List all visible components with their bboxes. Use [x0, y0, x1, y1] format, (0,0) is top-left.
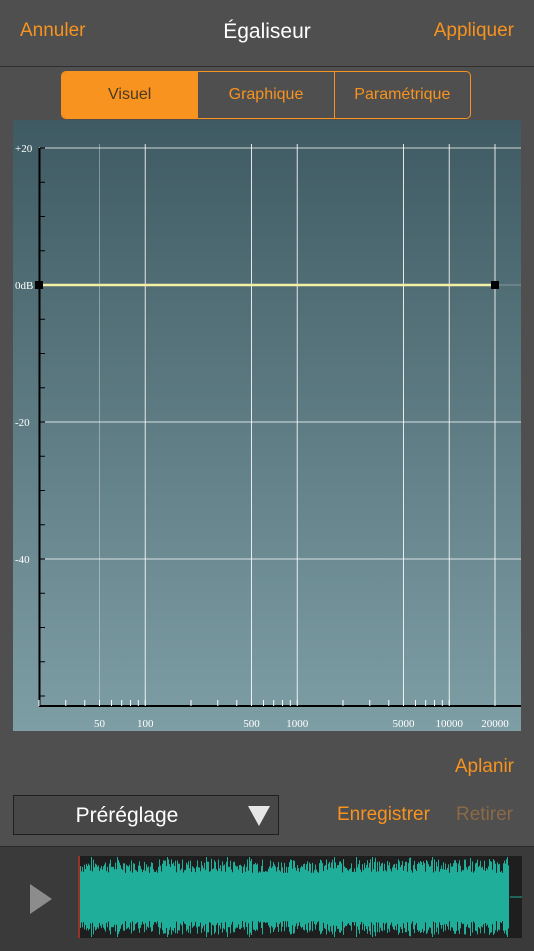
x-axis-label: 1000: [286, 718, 309, 730]
waveform-view[interactable]: [78, 856, 522, 938]
equalizer-graph-canvas[interactable]: +20 0dB -20 -40 50 100 500 1000 5000 10000 20000: [13, 120, 521, 731]
tab-visuel[interactable]: Visuel: [62, 72, 198, 118]
x-axis-label: 5000: [392, 718, 415, 730]
waveform-canvas[interactable]: [78, 856, 522, 938]
waveform-shape: [80, 857, 509, 937]
x-axis-label: 50: [94, 718, 106, 730]
y-axis-label: 0dB: [15, 280, 33, 292]
y-axis-label: +20: [15, 143, 33, 155]
play-icon[interactable]: [30, 884, 52, 914]
y-axis-label: -20: [15, 417, 30, 429]
tab-graphique[interactable]: Graphique: [197, 72, 333, 118]
preset-dropdown[interactable]: Préréglage: [13, 795, 279, 835]
x-axis-label: 100: [137, 718, 154, 730]
view-mode-segmented-control: Visuel Graphique Paramétrique: [61, 71, 471, 119]
preset-label: Préréglage: [75, 804, 179, 827]
x-axis-label: 500: [243, 718, 260, 730]
apply-button[interactable]: Appliquer: [434, 20, 514, 42]
remove-preset-button: Retirer: [456, 804, 514, 825]
x-axis-label: 20000: [481, 718, 509, 730]
equalizer-graph[interactable]: +20 0dB -20 -40 50 100 500 1000 5000 10000 20000: [13, 120, 521, 731]
y-axis-label: -40: [15, 554, 30, 566]
save-preset-button[interactable]: Enregistrer: [337, 804, 430, 826]
eq-handle-low[interactable]: [35, 281, 43, 289]
navigation-bar: Annuler Égaliseur Appliquer: [0, 0, 534, 67]
graph-background: [13, 120, 521, 731]
triangle-down-icon: [248, 806, 270, 826]
flatten-button[interactable]: Aplanir: [455, 756, 514, 778]
eq-handle-high[interactable]: [491, 281, 499, 289]
x-axis-label: 10000: [435, 718, 463, 730]
tab-parametrique[interactable]: Paramétrique: [333, 72, 470, 118]
